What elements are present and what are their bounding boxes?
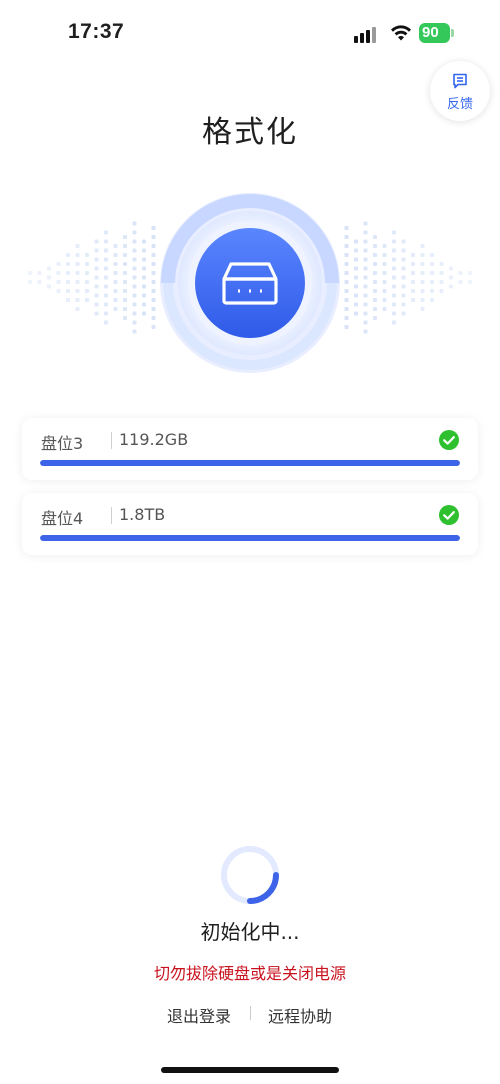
logout-link[interactable]: 退出登录 (167, 1003, 231, 1027)
check-circle-icon (439, 430, 459, 450)
remote-help-link[interactable]: 远程协助 (268, 1003, 332, 1027)
footer-divider (250, 1006, 251, 1020)
progress-fill (40, 535, 460, 541)
divider (111, 432, 112, 449)
initializing-status: 初始化中... (200, 920, 300, 944)
battery-cap (451, 29, 454, 37)
loading-spinner-icon (221, 846, 279, 904)
disk-card-slot3: 盘位3 119.2GB (22, 418, 478, 480)
power-warning: 切勿拔除硬盘或是关闭电源 (153, 964, 346, 983)
disk-capacity: 1.8TB (119, 505, 166, 524)
home-indicator (161, 1067, 339, 1073)
battery-icon: 90 (419, 23, 450, 43)
divider (111, 507, 112, 524)
wifi-icon (391, 25, 411, 41)
disk-capacity: 119.2GB (119, 430, 189, 449)
signal-icon (354, 25, 380, 43)
disk-slot-label: 盘位4 (41, 509, 84, 528)
disk-slot-label: 盘位3 (41, 434, 84, 453)
feedback-icon (453, 73, 467, 89)
format-progress-bar (40, 460, 460, 466)
drive-core (195, 228, 305, 338)
page-title: 格式化 (202, 115, 298, 150)
disk-card-slot4: 盘位4 1.8TB (22, 493, 478, 555)
check-circle-icon (439, 505, 459, 525)
status-time: 17:37 (68, 20, 125, 43)
progress-fill (40, 460, 460, 466)
format-illustration (28, 193, 472, 373)
format-progress-bar (40, 535, 460, 541)
